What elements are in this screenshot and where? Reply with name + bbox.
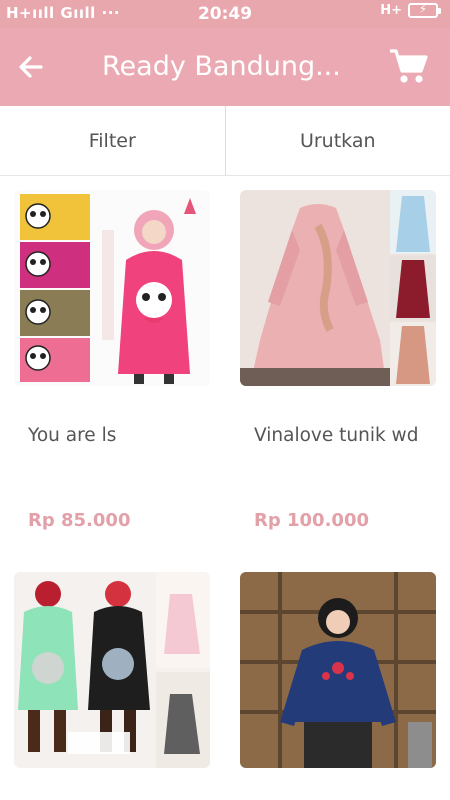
product-image[interactable]: [240, 190, 436, 386]
product-price: Rp 100.000: [254, 510, 369, 531]
product-card[interactable]: You are ls Rp 85.000: [14, 190, 210, 550]
app-toolbar: Ready Bandung...: [0, 28, 450, 106]
shopping-cart-icon: [390, 49, 428, 83]
product-image[interactable]: [14, 572, 210, 768]
product-image[interactable]: [14, 190, 210, 386]
product-name: You are ls: [28, 425, 117, 446]
filter-button[interactable]: Filter: [0, 106, 226, 175]
status-right: H+ ⚡: [380, 2, 441, 18]
arrow-left-icon: [19, 56, 43, 78]
cart-button[interactable]: [388, 48, 428, 86]
network-type: H+: [380, 3, 402, 18]
product-price: Rp 85.000: [28, 510, 131, 531]
sort-button[interactable]: Urutkan: [226, 106, 450, 175]
battery-icon: ⚡: [408, 2, 441, 18]
back-button[interactable]: [14, 50, 48, 84]
product-photo-tunic-panda: [14, 190, 210, 386]
product-card[interactable]: [14, 572, 210, 792]
product-card[interactable]: [240, 572, 436, 792]
product-grid: You are ls Rp 85.000 Vinalove tunik wd R…: [0, 176, 450, 800]
product-card[interactable]: Vinalove tunik wd Rp 100.000: [240, 190, 436, 550]
app-screen: H+ııll Gııll ··· 20:49 H+ ⚡ Ready Bandun…: [0, 0, 450, 800]
product-photo-tunic-pink: [240, 190, 436, 386]
status-bar: H+ııll Gııll ··· 20:49 H+ ⚡: [0, 0, 450, 28]
product-name: Vinalove tunik wd: [254, 425, 419, 446]
product-photo-blouse-navy: [240, 572, 436, 768]
product-photo-tunic-totoro: [14, 572, 210, 768]
page-title: Ready Bandung...: [102, 51, 341, 82]
product-image[interactable]: [240, 572, 436, 768]
filter-sort-bar: Filter Urutkan: [0, 106, 450, 176]
